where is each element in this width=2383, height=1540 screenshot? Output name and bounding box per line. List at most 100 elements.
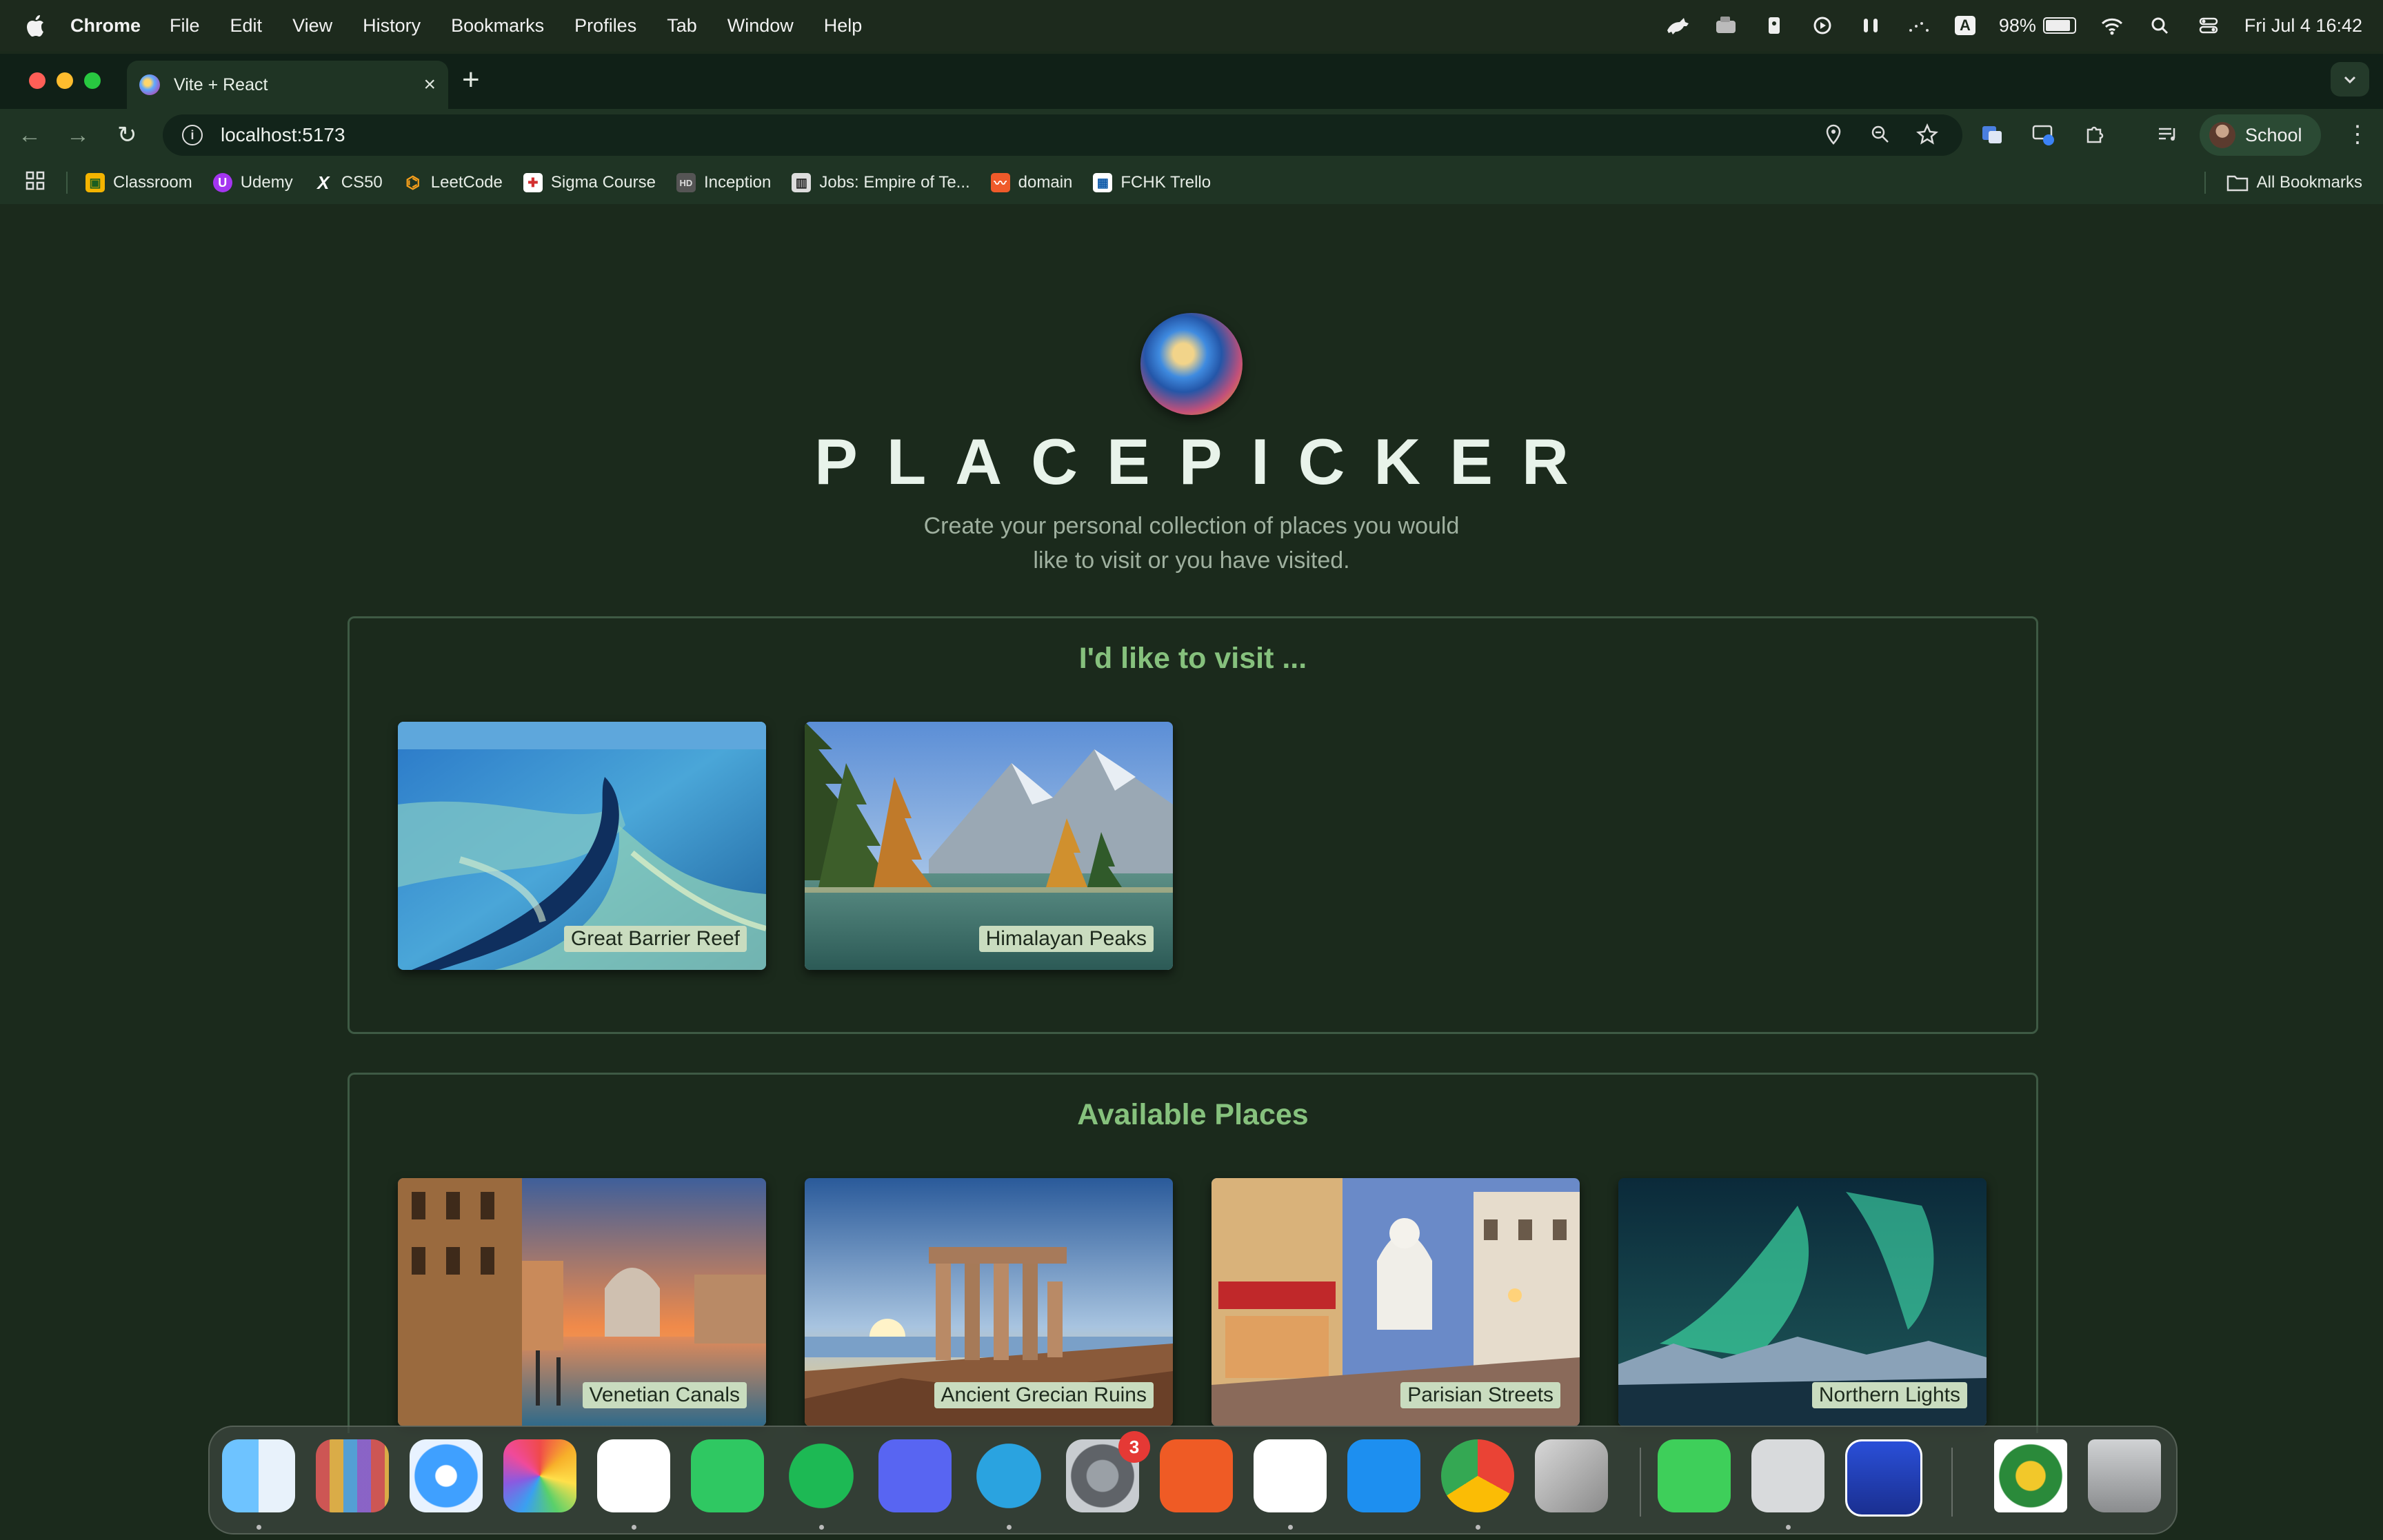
menu-view[interactable]: View [292, 15, 332, 37]
menu-file[interactable]: File [170, 15, 200, 37]
window-close-button[interactable] [29, 72, 46, 89]
preview-app-icon[interactable] [1845, 1439, 1922, 1517]
bookmark-label: Classroom [113, 173, 192, 192]
vscode-app-icon[interactable] [1254, 1439, 1327, 1512]
translate-extension-icon[interactable] [1980, 123, 2005, 148]
dock-separator [1951, 1448, 1953, 1517]
menu-window[interactable]: Window [727, 15, 794, 37]
new-tab-button[interactable]: + [462, 65, 480, 95]
dots-status-icon[interactable] [1907, 15, 1931, 36]
iphone-mirroring-app-icon[interactable] [1535, 1439, 1608, 1512]
apple-menu-icon[interactable] [26, 14, 46, 37]
bookmark-domain[interactable]: 〰 domain [990, 173, 1072, 192]
wifi-icon[interactable] [2100, 15, 2124, 36]
tab-close-button[interactable]: × [423, 73, 436, 97]
menu-edit[interactable]: Edit [230, 15, 263, 37]
window-zoom-button[interactable] [84, 72, 101, 89]
place-card[interactable]: Parisian Streets [1211, 1178, 1580, 1426]
apps-grid-icon[interactable] [25, 170, 46, 196]
trash-icon[interactable] [2088, 1439, 2161, 1512]
keyboard-input-badge[interactable]: A [1954, 16, 1975, 35]
spotify-app-icon[interactable] [785, 1439, 858, 1512]
extensions-puzzle-icon[interactable] [2082, 123, 2107, 148]
bookmarks-divider [2204, 172, 2206, 194]
available-section-heading: Available Places [1077, 1098, 1309, 1131]
runcat-icon[interactable] [1665, 15, 1690, 36]
facetime-app-icon[interactable] [1658, 1439, 1731, 1512]
sigma-course-icon: ✚ [523, 173, 543, 192]
place-title: Parisian Streets [1400, 1382, 1560, 1408]
launchpad-app-icon[interactable] [316, 1439, 389, 1512]
bookmark-sigma-course[interactable]: ✚ Sigma Course [523, 173, 656, 192]
menu-history[interactable]: History [363, 15, 421, 37]
bookmark-inception[interactable]: HD Inception [676, 173, 771, 192]
media-controls-icon[interactable] [2155, 123, 2180, 148]
bookmark-label: Sigma Course [550, 173, 656, 192]
running-indicator [1786, 1525, 1791, 1530]
airpods-icon[interactable] [1858, 15, 1883, 36]
menu-bookmarks[interactable]: Bookmarks [451, 15, 544, 37]
bookmark-cs50[interactable]: X CS50 [314, 172, 383, 193]
menu-tab[interactable]: Tab [667, 15, 697, 37]
profile-button[interactable]: School [2200, 114, 2321, 156]
battery-level-fill [2045, 20, 2070, 31]
place-card[interactable]: Great Barrier Reef [398, 722, 766, 970]
place-card[interactable]: Ancient Grecian Ruins [805, 1178, 1173, 1426]
window-minimize-button[interactable] [57, 72, 73, 89]
chrome-menu-button[interactable]: ⋮ [2346, 123, 2369, 146]
postman-app-icon[interactable] [1160, 1439, 1233, 1512]
place-title: Great Barrier Reef [563, 926, 747, 952]
dock-separator [1640, 1448, 1641, 1517]
id-badge-icon[interactable] [1762, 15, 1787, 36]
tab-vite-react[interactable]: Vite + React × [127, 61, 448, 109]
spotlight-search-icon[interactable] [2148, 15, 2173, 36]
play-circle-icon[interactable] [1810, 15, 1835, 36]
address-url[interactable]: localhost:5173 [221, 124, 345, 146]
cpu-monitor-icon[interactable] [1713, 15, 1738, 36]
macos-dock: 3 [208, 1426, 2178, 1534]
classroom-icon: ▣ [86, 173, 105, 192]
menubar-clock[interactable]: Fri Jul 4 16:42 [2244, 15, 2362, 37]
docker-app-icon[interactable] [1347, 1439, 1420, 1512]
reload-button[interactable]: ↻ [117, 123, 137, 148]
battery-indicator[interactable]: 98% [1999, 15, 2076, 37]
place-card[interactable]: Northern Lights [1618, 1178, 1987, 1426]
menu-profiles[interactable]: Profiles [574, 15, 636, 37]
address-bar[interactable]: i localhost:5173 [163, 114, 1962, 156]
inception-icon: HD [676, 173, 696, 192]
bookmark-label: CS50 [341, 173, 383, 192]
finder-app-icon[interactable] [222, 1439, 295, 1512]
bookmark-leetcode[interactable]: ⌬ LeetCode [403, 173, 503, 192]
bookmark-jobs-empire[interactable]: ▥ Jobs: Empire of Te... [792, 173, 970, 192]
menu-app-name[interactable]: Chrome [70, 15, 141, 37]
telegram-app-icon[interactable] [972, 1439, 1045, 1512]
site-info-icon[interactable]: i [182, 125, 203, 145]
place-card[interactable]: Venetian Canals [398, 1178, 766, 1426]
screen-cast-extension-icon[interactable] [2031, 123, 2056, 148]
chrome-window: Vite + React × + ← → ↻ i localhost:5173 … [0, 54, 2383, 1433]
place-card[interactable]: Himalayan Peaks [805, 722, 1173, 970]
bookmark-star-icon[interactable] [1916, 123, 1939, 146]
zoom-icon[interactable] [1869, 123, 1892, 146]
safari-app-icon[interactable] [410, 1439, 483, 1512]
bookmark-classroom[interactable]: ▣ Classroom [86, 173, 192, 192]
tab-search-button[interactable] [2331, 62, 2369, 97]
location-pin-icon[interactable] [1822, 123, 1845, 146]
slack-app-icon[interactable] [597, 1439, 670, 1512]
menu-help[interactable]: Help [824, 15, 863, 37]
tab-strip: Vite + React × + [0, 54, 2383, 109]
chrome-app-icon[interactable] [1441, 1439, 1514, 1512]
web-page: PLACEPICKER Create your personal collect… [0, 204, 2383, 1433]
control-center-icon[interactable] [2196, 15, 2221, 36]
back-button[interactable]: ← [18, 123, 41, 148]
all-bookmarks-button[interactable]: All Bookmarks [2204, 172, 2362, 194]
discord-app-icon[interactable] [878, 1439, 952, 1512]
photos-app-icon[interactable] [503, 1439, 576, 1512]
parallels-app-icon[interactable] [1751, 1439, 1824, 1512]
place-title: Northern Lights [1811, 1382, 1967, 1408]
whatsapp-app-icon[interactable] [691, 1439, 764, 1512]
bookmark-udemy[interactable]: U Udemy [212, 173, 293, 192]
forward-button[interactable]: → [66, 123, 90, 148]
school-app-icon[interactable] [1994, 1439, 2067, 1512]
bookmark-fchk-trello[interactable]: ▦ FCHK Trello [1093, 173, 1211, 192]
